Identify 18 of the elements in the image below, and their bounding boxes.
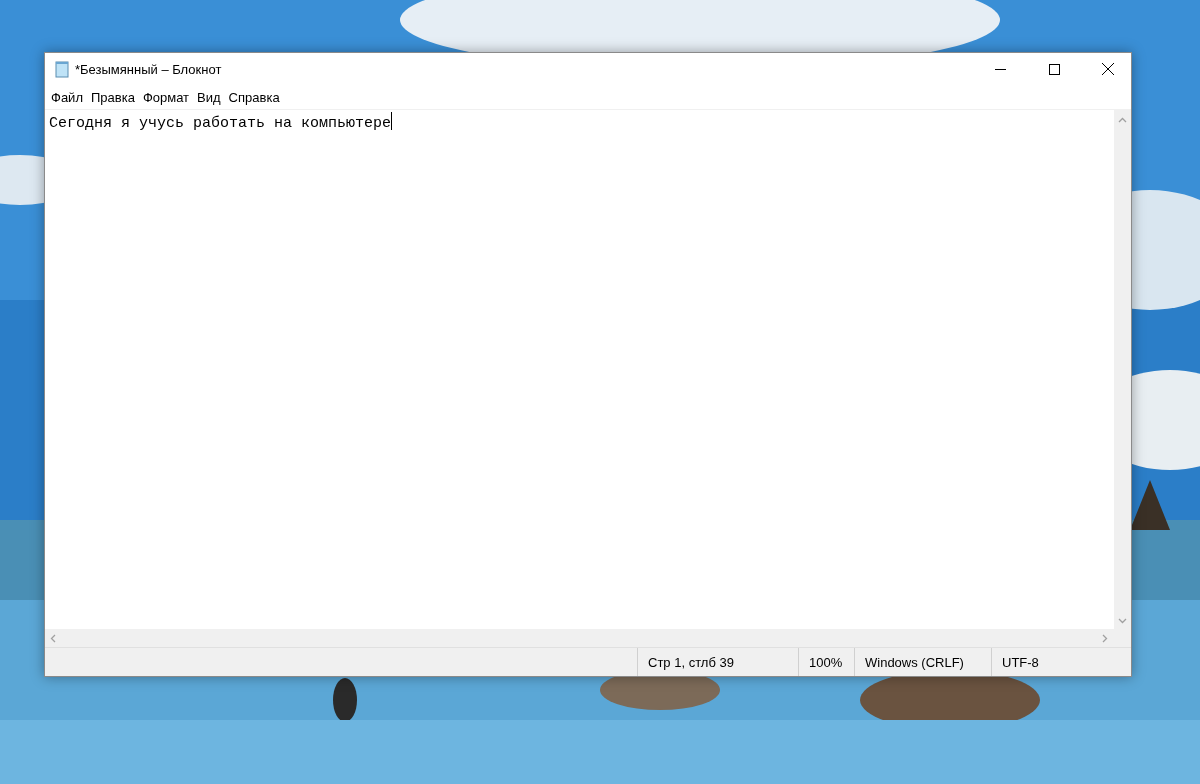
menu-item[interactable]: Формат — [138, 87, 194, 107]
editor-text: Сегодня я учусь работать на компьютере — [49, 115, 392, 132]
close-icon — [1102, 63, 1114, 75]
horizontal-scrollbar[interactable] — [45, 629, 1131, 647]
menu-item[interactable]: Файл — [47, 87, 87, 107]
menu-item[interactable]: Вид — [193, 87, 225, 107]
text-cursor — [391, 112, 393, 130]
status-field: 100% — [798, 648, 854, 676]
notepad-icon — [53, 60, 71, 78]
text-area[interactable]: Сегодня я учусь работать на компьютере — [45, 110, 1114, 629]
status-field: Стр 1, стлб 39 — [637, 648, 798, 676]
window-title: *Безымянный – Блокнот — [75, 61, 223, 77]
status-field: Windows (CRLF) — [854, 648, 991, 676]
status-field: UTF-8 — [991, 648, 1131, 676]
menu-item[interactable]: Справка — [224, 87, 284, 107]
maximize-icon — [1048, 63, 1060, 75]
vertical-scrollbar[interactable] — [1114, 110, 1131, 629]
menu-item[interactable]: Правка — [86, 87, 139, 107]
